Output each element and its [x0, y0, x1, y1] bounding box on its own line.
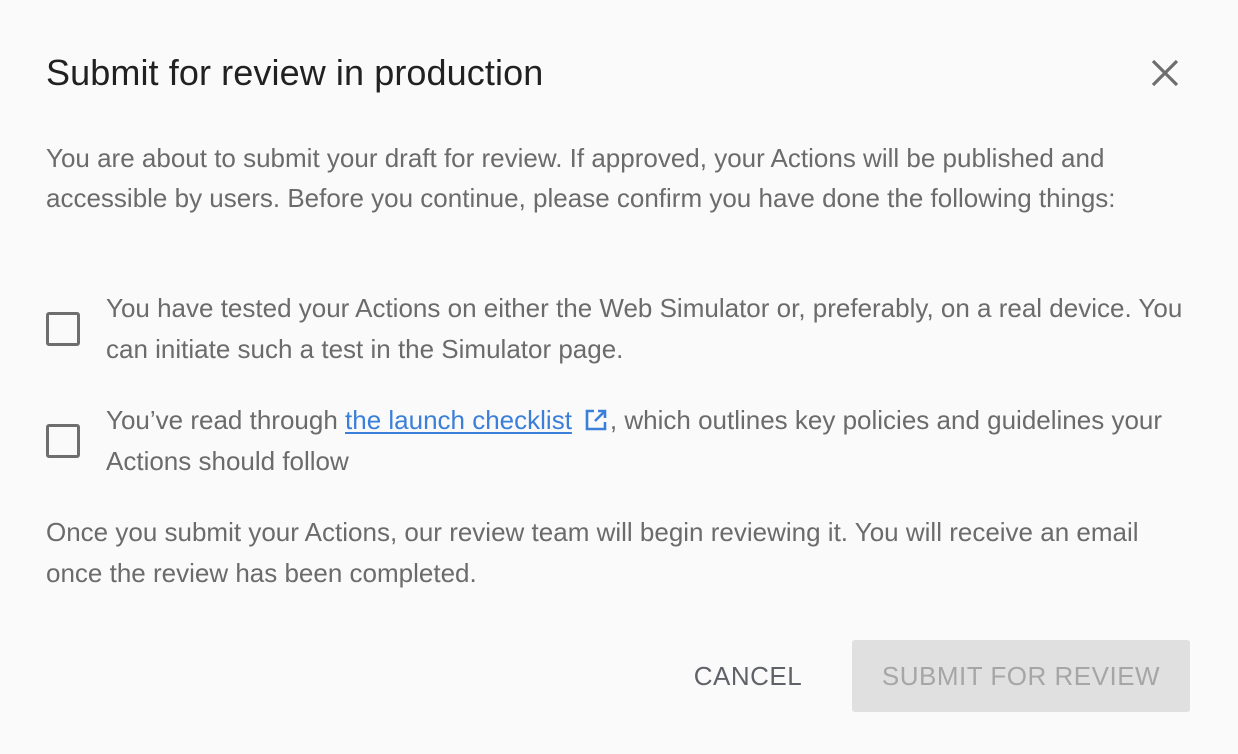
outro-text: Once you submit your Actions, our review… [46, 517, 1139, 588]
tested-checkbox-label: You have tested your Actions on either t… [106, 293, 1183, 364]
launch-checklist-text-before: You’ve read through [106, 405, 346, 435]
checklist-item-tested: You have tested your Actions on either t… [46, 288, 1196, 370]
submit-for-review-button[interactable]: SUBMIT FOR REVIEW [852, 640, 1190, 712]
close-icon [1151, 59, 1179, 87]
close-button[interactable] [1146, 54, 1184, 92]
launch-checklist-checkbox[interactable] [46, 424, 80, 458]
tested-checkbox[interactable] [46, 312, 80, 346]
launch-checklist-label: You’ve read through the launch checklist… [106, 400, 1196, 482]
cancel-button[interactable]: CANCEL [672, 640, 824, 712]
intro-text: You are about to submit your draft for r… [46, 143, 1116, 213]
dialog-title: Submit for review in production [46, 52, 544, 93]
checklist-item-launch-checklist: You’ve read through the launch checklist… [46, 400, 1196, 482]
launch-checklist-link[interactable]: the launch checklist [345, 405, 572, 435]
external-link-icon[interactable] [584, 408, 608, 432]
submit-review-dialog: Submit for review in production You are … [0, 0, 1238, 754]
